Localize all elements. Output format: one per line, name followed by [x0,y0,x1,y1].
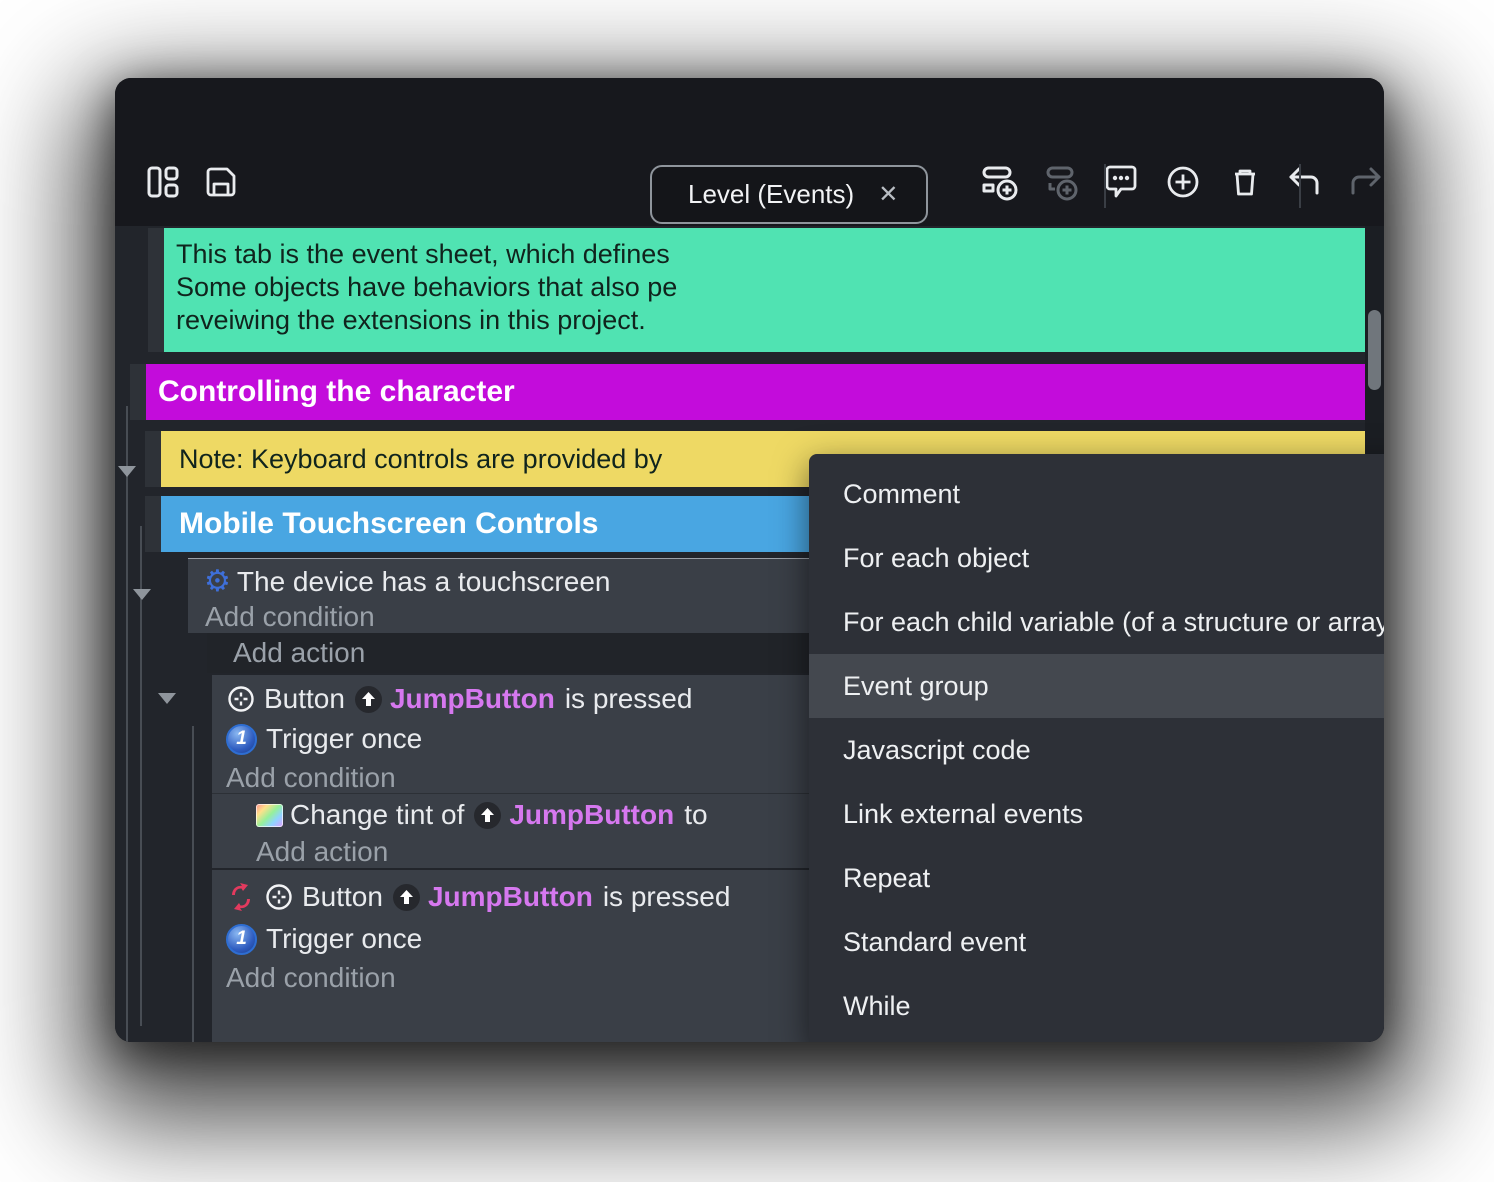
action-text: Change tint of [290,799,465,830]
tint-icon [256,803,283,827]
expander-mobile[interactable] [133,589,151,600]
menu-item-for-each-child-variable-of-a-structure-or-array[interactable]: For each child variable (of a structure … [809,590,1384,654]
add-circle-button[interactable] [1155,154,1211,210]
indent-guide [126,406,128,1042]
trigger-once-icon: 1 [226,723,257,755]
jumpbutton-thumbnail [392,883,420,911]
gamepad-icon [266,884,292,910]
condition-text: is pressed [602,881,731,912]
condition-text: The device has a touchscreen [236,566,611,597]
condition-text: is pressed [564,683,693,714]
invert-condition-icon [232,883,250,911]
add-action-link[interactable]: Add action [256,836,388,868]
add-event-button[interactable] [973,154,1029,210]
menu-item-link-external-events[interactable]: Link external events [809,782,1384,846]
menu-item-while[interactable]: While [809,974,1384,1038]
close-tab-icon[interactable]: ✕ [878,180,898,209]
add-comment-button[interactable] [1093,154,1149,210]
app-window: Home Level ✕ Level (Events) ✕ Debugger [115,78,1384,1042]
condition-text: Button [264,683,345,714]
add-condition-link[interactable]: Add condition [205,601,375,633]
menu-item-standard-event[interactable]: Standard event [809,910,1384,974]
object-name: JumpButton [427,881,593,912]
trigger-once-icon: 1 [226,923,257,955]
expander-touchscreen[interactable] [158,693,176,704]
expander-controlling[interactable] [118,466,136,477]
comment-line: Some objects have behaviors that also pe [176,272,678,302]
redo-button[interactable] [1337,154,1384,210]
note-text: Note: Keyboard controls are provided by [179,443,663,474]
group-controlling-character[interactable]: Controlling the character [130,364,1365,420]
undo-button[interactable] [1277,154,1333,210]
toggle-panel-button[interactable] [135,154,191,210]
object-name: JumpButton [509,799,675,830]
condition-text: Trigger once [266,923,423,954]
comment-line: This tab is the event sheet, which defin… [176,239,670,269]
add-condition-link[interactable]: Add condition [226,762,396,794]
jumpbutton-thumbnail [474,801,502,829]
event-sheet: This tab is the event sheet, which defin… [115,226,1384,1042]
add-event-context-menu: Comment For each object For each child var… [809,454,1384,1042]
titlebar [115,78,1384,207]
save-button[interactable] [193,154,249,210]
gear-icon: ⚙ [204,564,231,599]
indent-guide [140,526,142,1026]
menu-item-javascript-code[interactable]: Javascript code [809,718,1384,782]
gamepad-icon [228,686,254,712]
add-condition-link[interactable]: Add condition [226,962,396,994]
condition-text: Trigger once [266,723,423,754]
menu-item-event-group[interactable]: Event group [809,654,1384,718]
group-label: Controlling the character [158,375,515,408]
tab-label: Level (Events) [688,179,855,209]
comment-block[interactable]: This tab is the event sheet, which defin… [148,228,1365,352]
tab-level-events[interactable]: Level (Events) ✕ [650,165,928,224]
menu-item-comment[interactable]: Comment [809,462,1384,526]
comment-line: reveiwing the extensions in this project… [176,305,646,335]
condition-text: Button [302,881,383,912]
add-subevent-button[interactable] [1033,154,1089,210]
jumpbutton-thumbnail [354,685,382,713]
vertical-scrollbar[interactable] [1368,310,1381,390]
indent-guide [192,726,194,1042]
object-name: JumpButton [389,683,555,714]
group-label: Mobile Touchscreen Controls [179,507,599,540]
action-text: to [684,799,708,830]
menu-item-for-each-object[interactable]: For each object [809,526,1384,590]
delete-button[interactable] [1217,154,1273,210]
menu-item-repeat[interactable]: Repeat [809,846,1384,910]
